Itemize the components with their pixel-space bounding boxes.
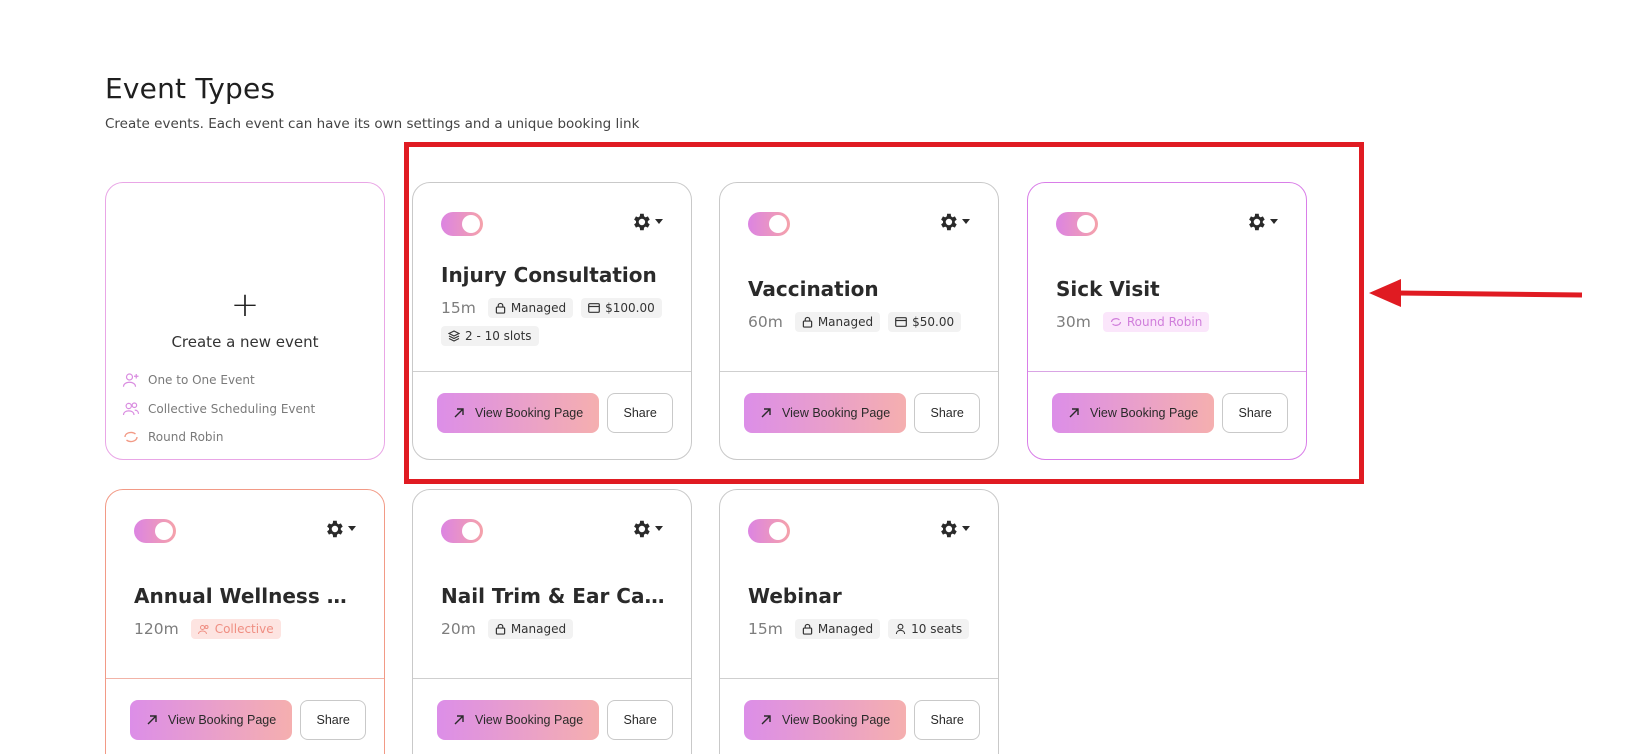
page-title: Event Types <box>105 72 276 105</box>
event-card-nail-trim-ear-care: Nail Trim & Ear Care (... 20m Managed Vi… <box>412 489 692 754</box>
arrow-up-right-icon <box>454 715 464 725</box>
create-event-card[interactable]: + Create a new event One to One Event Co… <box>105 182 385 460</box>
plus-icon[interactable]: + <box>106 288 384 322</box>
settings-menu[interactable] <box>630 518 663 540</box>
gear-icon <box>941 520 957 538</box>
event-title: Nail Trim & Ear Care (... <box>441 584 666 608</box>
round-robin-label: Round Robin <box>148 430 224 444</box>
event-duration: 15m <box>748 620 783 638</box>
collective-event-option[interactable]: Collective Scheduling Event <box>122 400 315 418</box>
seats-badge: 10 seats <box>888 619 970 639</box>
user-icon <box>895 623 906 635</box>
settings-menu[interactable] <box>323 518 356 540</box>
gear-icon <box>634 520 650 538</box>
one-to-one-label: One to One Event <box>148 373 255 387</box>
annotation-highlight-box <box>404 142 1364 484</box>
view-booking-page-button[interactable]: View Booking Page <box>130 700 293 740</box>
user-plus-icon <box>122 373 139 387</box>
event-card-webinar: Webinar 15m Managed 10 seats View Bookin… <box>719 489 999 754</box>
event-duration: 20m <box>441 620 476 638</box>
create-event-label[interactable]: Create a new event <box>106 333 384 351</box>
arrow-up-right-icon <box>147 715 157 725</box>
event-title: Webinar <box>748 584 842 608</box>
share-button[interactable]: Share <box>607 700 674 740</box>
managed-badge: Managed <box>487 619 574 639</box>
round-robin-option[interactable]: Round Robin <box>122 428 223 446</box>
gear-icon <box>327 520 343 538</box>
collective-badge: Collective <box>190 619 281 639</box>
page-subtitle: Create events. Each event can have its o… <box>105 116 640 132</box>
chevron-down-icon <box>962 526 970 531</box>
arrow-up-right-icon <box>761 715 771 725</box>
lock-icon <box>495 623 506 635</box>
event-toggle[interactable] <box>441 519 483 543</box>
one-to-one-event-option[interactable]: One to One Event <box>122 371 255 389</box>
round-robin-icon <box>124 431 138 443</box>
event-duration: 120m <box>134 620 179 638</box>
users-icon <box>197 624 209 634</box>
users-icon <box>122 402 140 416</box>
annotation-arrow-icon <box>1369 279 1583 307</box>
lock-icon <box>802 623 813 635</box>
settings-menu[interactable] <box>937 518 970 540</box>
collective-label: Collective Scheduling Event <box>148 402 316 416</box>
view-booking-page-button[interactable]: View Booking Page <box>744 700 907 740</box>
chevron-down-icon <box>348 526 356 531</box>
event-card-annual-wellness-exam: Annual Wellness Exam 120m Collective Vie… <box>105 489 385 754</box>
event-toggle[interactable] <box>748 519 790 543</box>
share-button[interactable]: Share <box>914 700 981 740</box>
view-booking-page-button[interactable]: View Booking Page <box>437 700 600 740</box>
share-button[interactable]: Share <box>300 700 367 740</box>
chevron-down-icon <box>655 526 663 531</box>
managed-badge: Managed <box>794 619 881 639</box>
event-title: Annual Wellness Exam <box>134 584 359 608</box>
event-toggle[interactable] <box>134 519 176 543</box>
